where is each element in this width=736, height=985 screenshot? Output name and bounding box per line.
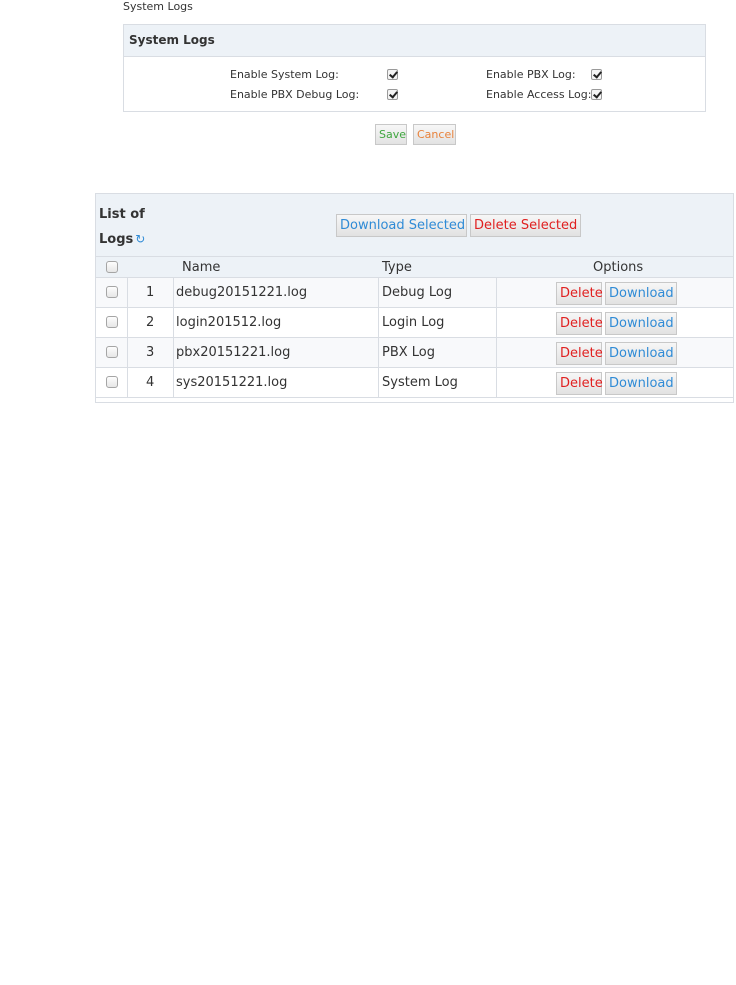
row-checkbox[interactable]: [106, 346, 118, 358]
breadcrumb: System Logs: [123, 0, 193, 13]
table-header: Name Type Options: [96, 257, 733, 278]
download-button[interactable]: Download: [605, 342, 677, 365]
save-button[interactable]: Save: [375, 124, 407, 145]
table-row: 4 sys20151221.log System Log Delete Down…: [96, 368, 733, 398]
row-name: debug20151221.log: [176, 285, 308, 300]
logs-title-line2: Logs: [99, 232, 134, 247]
row-checkbox[interactable]: [106, 286, 118, 298]
row-type: PBX Log: [382, 345, 436, 360]
download-button[interactable]: Download: [605, 312, 677, 335]
panel-title: System Logs: [124, 25, 705, 57]
option-enable-pbx-log: Enable PBX Log:: [124, 68, 707, 82]
row-checkbox[interactable]: [106, 316, 118, 328]
refresh-icon[interactable]: ↻: [135, 232, 145, 246]
table-row: 1 debug20151221.log Debug Log Delete Dow…: [96, 278, 733, 308]
option-label: Enable PBX Log:: [486, 68, 576, 81]
delete-button[interactable]: Delete: [556, 282, 603, 305]
system-logs-panel: System Logs Enable System Log: Enable PB…: [123, 24, 706, 112]
row-checkbox[interactable]: [106, 376, 118, 388]
logs-header: List of Logs ↻ Download Selected Delete S…: [96, 194, 733, 257]
enable-pbx-log-checkbox[interactable]: [591, 69, 602, 80]
table-body: 1 debug20151221.log Debug Log Delete Dow…: [96, 278, 733, 402]
delete-button[interactable]: Delete: [556, 372, 603, 395]
row-type: System Log: [382, 375, 458, 390]
table-row: 2 login201512.log Login Log Delete Downl…: [96, 308, 733, 338]
delete-button[interactable]: Delete: [556, 312, 603, 335]
row-index: 4: [146, 375, 155, 390]
column-header-options: Options: [593, 260, 644, 275]
delete-button[interactable]: Delete: [556, 342, 603, 365]
select-all-checkbox[interactable]: [106, 261, 118, 273]
logs-table: List of Logs ↻ Download Selected Delete S…: [95, 193, 734, 403]
column-header-type: Type: [382, 260, 412, 275]
logs-title-line1: List of: [99, 207, 145, 222]
row-name: sys20151221.log: [176, 375, 288, 390]
column-header-name: Name: [182, 260, 221, 275]
delete-selected-button[interactable]: Delete Selected: [470, 214, 581, 237]
option-enable-access-log: Enable Access Log:: [124, 88, 707, 102]
row-name: login201512.log: [176, 315, 282, 330]
download-selected-button[interactable]: Download Selected: [336, 214, 467, 237]
download-button[interactable]: Download: [605, 282, 677, 305]
table-row: 3 pbx20151221.log PBX Log Delete Downloa…: [96, 338, 733, 368]
logs-title: List of Logs ↻: [99, 203, 145, 252]
row-index: 3: [146, 345, 155, 360]
row-type: Login Log: [382, 315, 445, 330]
enable-access-log-checkbox[interactable]: [591, 89, 602, 100]
option-label: Enable Access Log:: [486, 88, 592, 101]
cancel-button[interactable]: Cancel: [413, 124, 456, 145]
row-index: 1: [146, 285, 155, 300]
download-button[interactable]: Download: [605, 372, 677, 395]
row-name: pbx20151221.log: [176, 345, 291, 360]
row-type: Debug Log: [382, 285, 453, 300]
row-index: 2: [146, 315, 155, 330]
